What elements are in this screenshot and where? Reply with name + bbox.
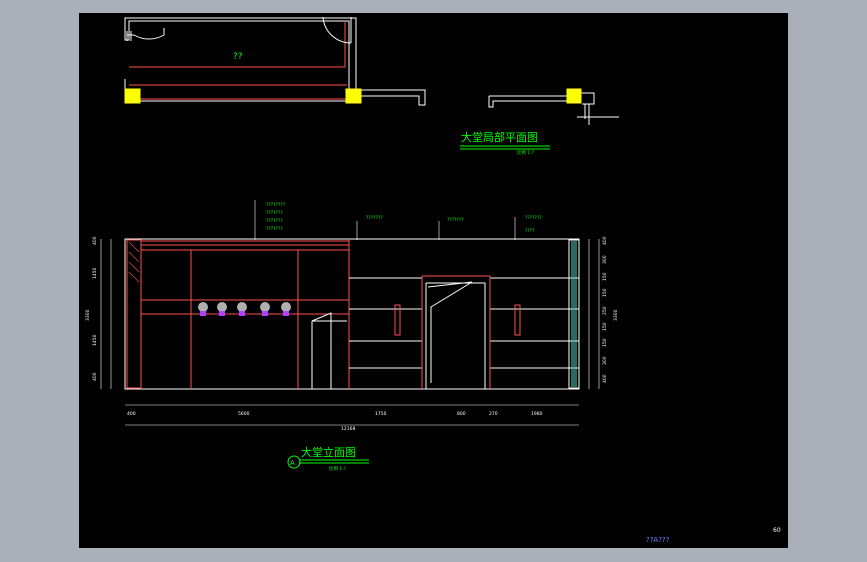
sheet-code: ??A??? [646, 536, 670, 544]
callout-text: ??????? [266, 210, 283, 216]
right-dimensions: 400 300 150 150 250 150 150 300 400 3300 [602, 236, 619, 383]
dim-label: 400 [92, 236, 98, 245]
elevation-title: 大堂立面图 [301, 445, 356, 459]
elevation-scale: 比例 1:? [329, 465, 347, 472]
plan-column-mid [345, 88, 362, 104]
dim-label: 300 [602, 255, 608, 264]
dim-label: 400 [602, 374, 608, 383]
dim-label: 150 [602, 338, 608, 347]
dim-total: 12168 [341, 426, 355, 432]
plan-column-right [566, 88, 582, 104]
callout-text: ??????? [266, 226, 283, 232]
cabinet-side-panel [311, 312, 347, 389]
dim-total: 3300 [613, 309, 619, 321]
dim-label: 1750 [375, 411, 387, 417]
plan-wall-outline [124, 17, 426, 106]
dim-label: 1450 [92, 334, 98, 346]
left-dimensions: 400 1450 1450 400 3300 [85, 236, 98, 381]
callout-text: ??????? [525, 215, 542, 221]
dim-label: 400 [92, 372, 98, 381]
elevation-title-underline [299, 459, 369, 464]
bottom-dimensions: 400 5600 1750 800 270 1980 12168 [127, 411, 543, 432]
drawing-sheet: ?? 大堂局部平面图 比例 1:? ???????? ??????? ?????… [79, 13, 788, 548]
plan-scale: 比例 1:? [517, 149, 535, 156]
plan-lower-wall [124, 79, 356, 102]
callout-text: ???????? [266, 202, 286, 208]
dim-label: 1980 [531, 411, 543, 417]
plan-door-left [127, 28, 165, 40]
callout-text: ??????? [266, 218, 283, 224]
dimension-lines [100, 239, 600, 426]
dim-label: 400 [127, 411, 136, 417]
dim-label: 250 [602, 306, 608, 315]
glass-panel [571, 241, 577, 387]
callout-texts: ???????? ??????? ??????? ??????? ???????… [266, 202, 542, 234]
page-number: 60 [773, 527, 781, 534]
plan-column-left [124, 88, 141, 104]
plan-cabinet-line [129, 84, 347, 100]
dim-label: 300 [602, 356, 608, 365]
callout-text: ???? [525, 228, 535, 234]
door-leaf [427, 281, 473, 383]
dim-label: 5600 [238, 411, 250, 417]
callout-text: ??????? [447, 217, 464, 223]
cad-drawing: ?? 大堂局部平面图 比例 1:? ???????? ??????? ?????… [85, 16, 781, 544]
callout-text: ??????? [366, 215, 383, 221]
dim-label: 150 [602, 322, 608, 331]
dim-total: 3300 [85, 309, 91, 321]
plan-title-underline [460, 145, 550, 150]
plan-title: 大堂局部平面图 [461, 130, 538, 144]
dim-label: 800 [457, 411, 466, 417]
dim-label: 270 [489, 411, 498, 417]
elevation-mark: A [290, 459, 295, 467]
callout-leaders [254, 200, 516, 240]
floor-plan [124, 16, 619, 150]
dim-label: 150 [602, 288, 608, 297]
plan-right-wall [488, 95, 569, 108]
wall-panel-lines [349, 277, 579, 369]
plan-room-label: ?? [233, 52, 243, 62]
dim-label: 400 [602, 236, 608, 245]
door-frame [421, 275, 491, 389]
dim-label: 150 [602, 272, 608, 281]
dim-label: 1450 [92, 267, 98, 279]
